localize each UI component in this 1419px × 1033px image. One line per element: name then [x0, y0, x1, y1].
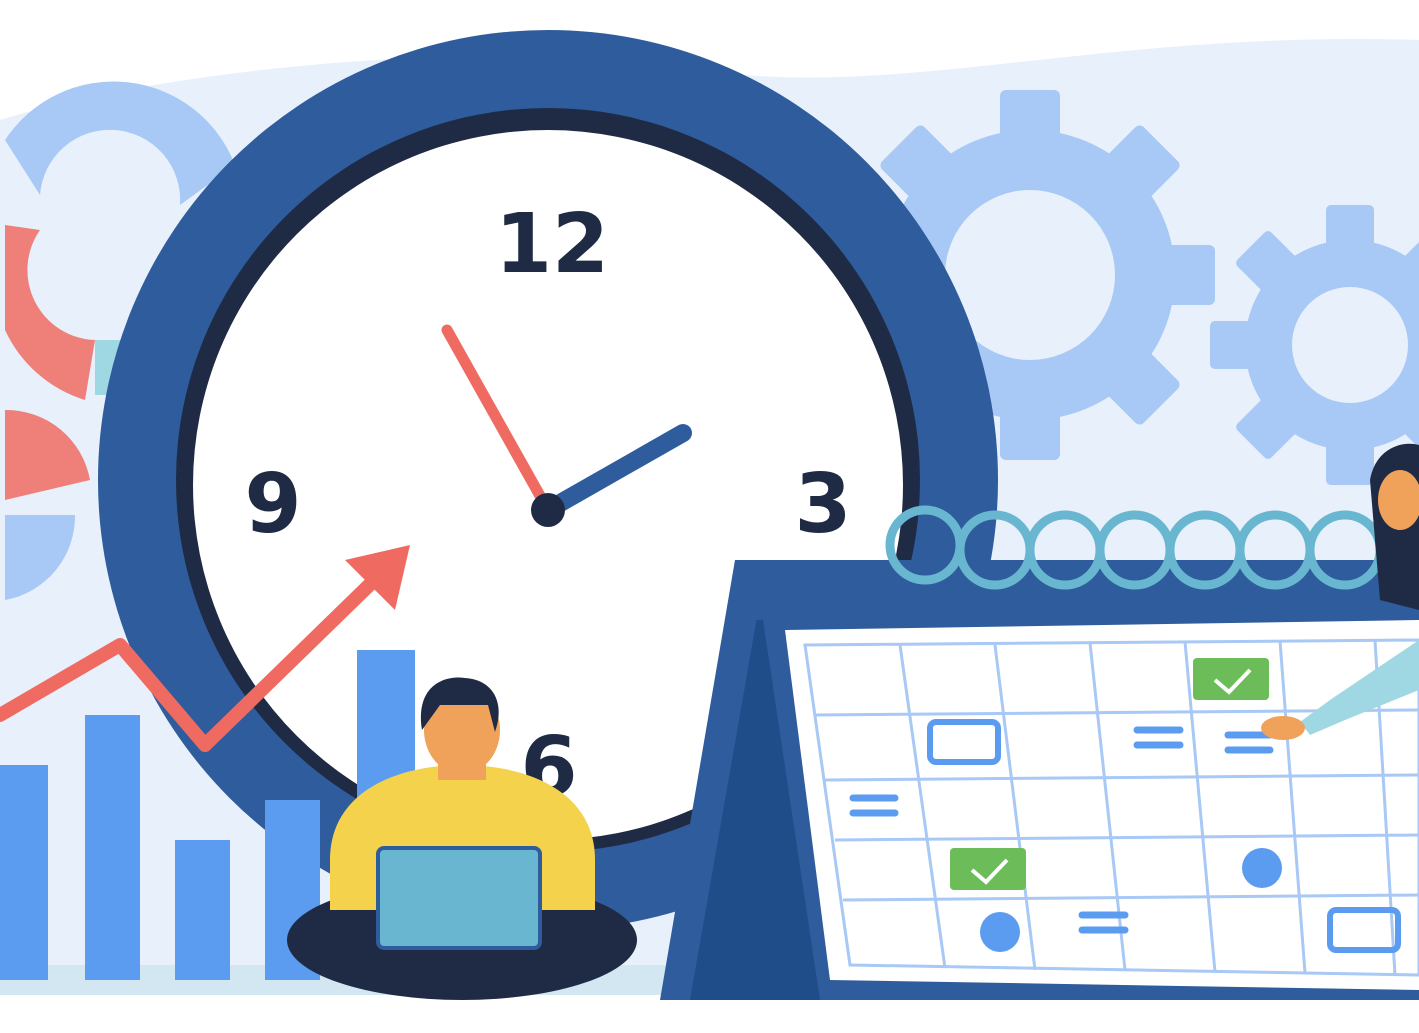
clock-numeral-3: 3 [794, 457, 851, 552]
clock-numeral-9: 9 [244, 457, 301, 552]
calendar-page [785, 620, 1419, 990]
clock-numeral-12: 12 [495, 197, 609, 292]
clock-center [531, 493, 565, 527]
time-management-illustration: 12 3 9 6 [0, 0, 1419, 1033]
laptop-icon [376, 846, 542, 950]
checkmark-icon [950, 848, 1026, 890]
calendar-icon [660, 505, 1419, 1000]
checkmark-icon [1193, 658, 1269, 700]
